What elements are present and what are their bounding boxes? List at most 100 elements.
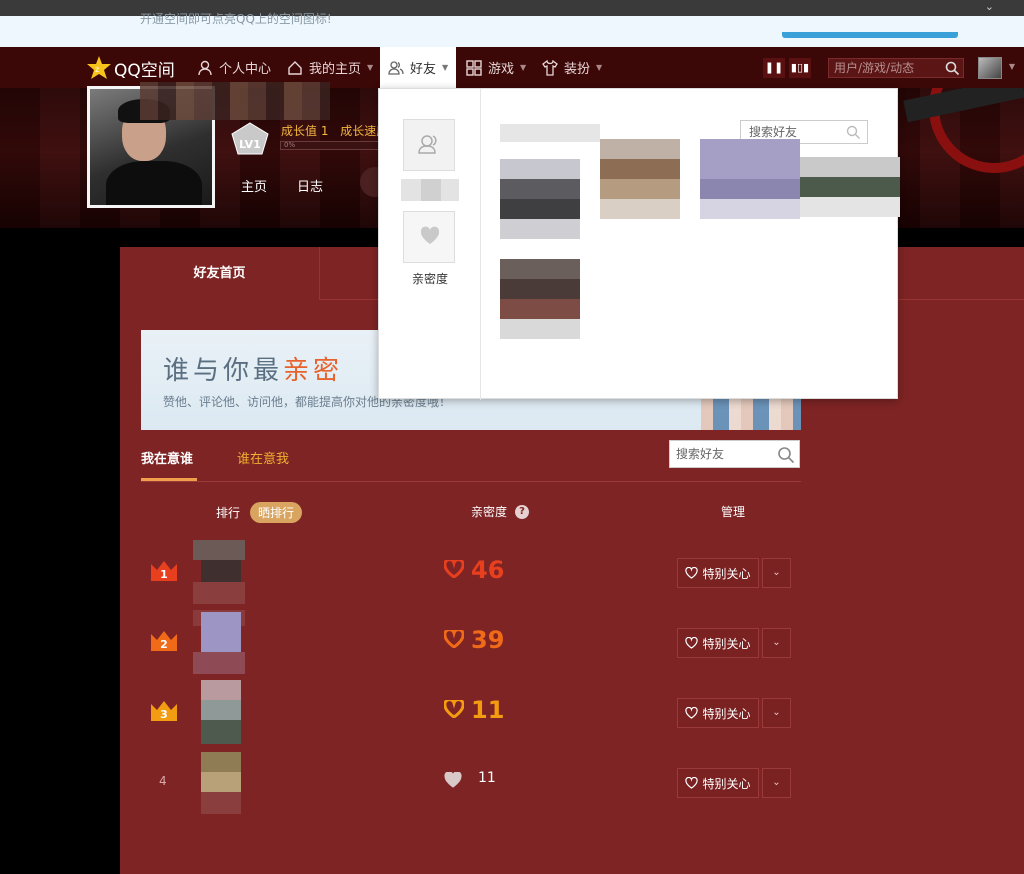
nav-item-decorate[interactable]: 装扮 ▼ (542, 47, 602, 88)
tshirt-icon (542, 59, 558, 76)
nav-item-friends[interactable]: 好友 ▼ (380, 47, 456, 88)
share-rank-button[interactable]: 晒排行 (250, 502, 303, 523)
grid-icon (466, 59, 482, 76)
blurred-avatar[interactable] (193, 540, 245, 604)
more-options-button[interactable]: ⌄ (762, 698, 791, 728)
qzone-logo[interactable]: z QQ空间 (86, 55, 175, 81)
dropdown-sidebar: 亲密度 (379, 89, 481, 400)
svg-text:LV1: LV1 (239, 138, 261, 151)
search-icon[interactable] (945, 61, 960, 76)
help-icon[interactable]: ? (515, 504, 530, 519)
friend-avatar[interactable] (500, 259, 580, 339)
manage-label: 管理 (721, 505, 746, 519)
search-icon[interactable] (846, 125, 861, 140)
svg-text:z: z (95, 65, 99, 74)
banner-decoration (903, 88, 1024, 173)
intimacy-score: 11 (478, 770, 496, 786)
logo-text: QQ空间 (114, 60, 175, 81)
friend-avatar[interactable] (500, 159, 580, 239)
ranking-row: 1 46 特别关心 ⌄ (141, 540, 801, 612)
svg-text:1: 1 (160, 568, 168, 581)
friend-avatar[interactable] (600, 139, 680, 219)
rank-label: 排行 (216, 506, 241, 520)
friends-list-toggle[interactable] (403, 119, 455, 171)
profile-tab-home[interactable]: 主页 (241, 176, 267, 195)
user-avatar-small[interactable]: ▼ (978, 57, 1015, 79)
intimacy-score: 11 (471, 696, 505, 724)
tab-who-i-care[interactable]: 我在意谁 (141, 448, 198, 481)
pause-music-button[interactable]: ❚❚ (763, 58, 785, 78)
nav-item-games[interactable]: 游戏 ▼ (466, 47, 526, 88)
friends-dropdown: 亲密度 (378, 88, 900, 400)
svg-text:2: 2 (160, 638, 168, 651)
tab-friends-home[interactable]: 好友首页 (120, 247, 320, 300)
star-icon: z (87, 56, 111, 79)
left-margin (0, 228, 120, 874)
nav-item-label: 个人中心 (219, 62, 272, 77)
notice-bar: 开通空间即可点亮QQ上的空间图标! (0, 12, 1024, 47)
ranking-row: 4 11 特别关心 ⌄ (141, 752, 801, 822)
heart-plus-icon (685, 707, 699, 719)
friend-avatar[interactable] (700, 139, 800, 219)
crown-icon: 1 (151, 561, 177, 581)
rank-column-header: 排行 晒排行 (216, 502, 303, 523)
notice-action-button[interactable] (782, 32, 958, 38)
more-options-button[interactable]: ⌄ (762, 628, 791, 658)
heart-plus-icon (685, 777, 699, 789)
heart-icon (444, 772, 462, 788)
intimacy-toggle[interactable] (403, 211, 455, 263)
friend-search-input[interactable] (670, 441, 770, 467)
equalizer-button[interactable]: ▮▯▮ (789, 58, 811, 78)
special-care-button[interactable]: 特别关心 (677, 698, 759, 728)
caret-down-icon: ▼ (596, 63, 603, 72)
heart-icon (444, 700, 464, 718)
ranking-row: 2 39 特别关心 ⌄ (141, 610, 801, 682)
ranking-row: 3 11 特别关心 ⌄ (141, 680, 801, 752)
caret-down-icon: ▼ (442, 63, 449, 72)
blurred-label (401, 179, 459, 201)
blurred-avatar[interactable] (193, 680, 245, 744)
tab-who-cares-me[interactable]: 谁在意我 (237, 448, 289, 467)
caret-down-icon: ▼ (1008, 62, 1015, 71)
rank-number: 4 (159, 774, 167, 788)
manage-column-header: 管理 (721, 503, 745, 520)
nav-item-label: 我的主页 (309, 62, 362, 77)
level-badge-icon: LV1 (231, 122, 269, 155)
special-care-button[interactable]: 特别关心 (677, 768, 759, 798)
heart-plus-icon (685, 637, 699, 649)
profile-tabs: 主页 日志 (241, 176, 353, 195)
special-care-button[interactable]: 特别关心 (677, 558, 759, 588)
progress-text: 0% (284, 141, 296, 149)
home-icon (288, 60, 302, 75)
crown-icon: 3 (151, 701, 177, 721)
friends-icon (418, 135, 437, 154)
blurred-avatar[interactable] (193, 610, 245, 674)
blurred-friend-name (500, 124, 600, 142)
friend-avatar[interactable] (800, 157, 900, 237)
level-progress-bar: 0% (280, 141, 380, 150)
friend-search (669, 440, 800, 468)
heart-icon (444, 630, 464, 648)
chevron-down-icon[interactable]: ⌄ (985, 0, 994, 14)
user-icon (198, 60, 212, 75)
more-options-button[interactable]: ⌄ (762, 558, 791, 588)
crown-icon: 2 (151, 631, 177, 651)
heart-icon (444, 560, 464, 578)
notice-text: 开通空间即可点亮QQ上的空间图标! (140, 12, 332, 26)
caret-down-icon: ▼ (520, 63, 527, 72)
search-icon[interactable] (777, 446, 795, 464)
intimacy-column-header: 亲密度 ? (471, 503, 530, 520)
special-care-button[interactable]: 特别关心 (677, 628, 759, 658)
nav-item-label: 装扮 (564, 62, 591, 77)
profile-tab-diary[interactable]: 日志 (297, 176, 323, 195)
promo-title: 谁与你最亲密 (163, 356, 344, 386)
intimacy-label: 亲密度 (411, 272, 448, 286)
growth-value[interactable]: 成长值 1 (281, 124, 328, 138)
blurred-avatar[interactable] (193, 750, 245, 814)
more-options-button[interactable]: ⌄ (762, 768, 791, 798)
caret-down-icon: ▼ (367, 63, 374, 72)
intimacy-score: 39 (471, 626, 505, 654)
nav-item-label: 游戏 (488, 62, 515, 77)
friends-icon (388, 60, 404, 75)
global-search-input[interactable] (829, 59, 939, 77)
